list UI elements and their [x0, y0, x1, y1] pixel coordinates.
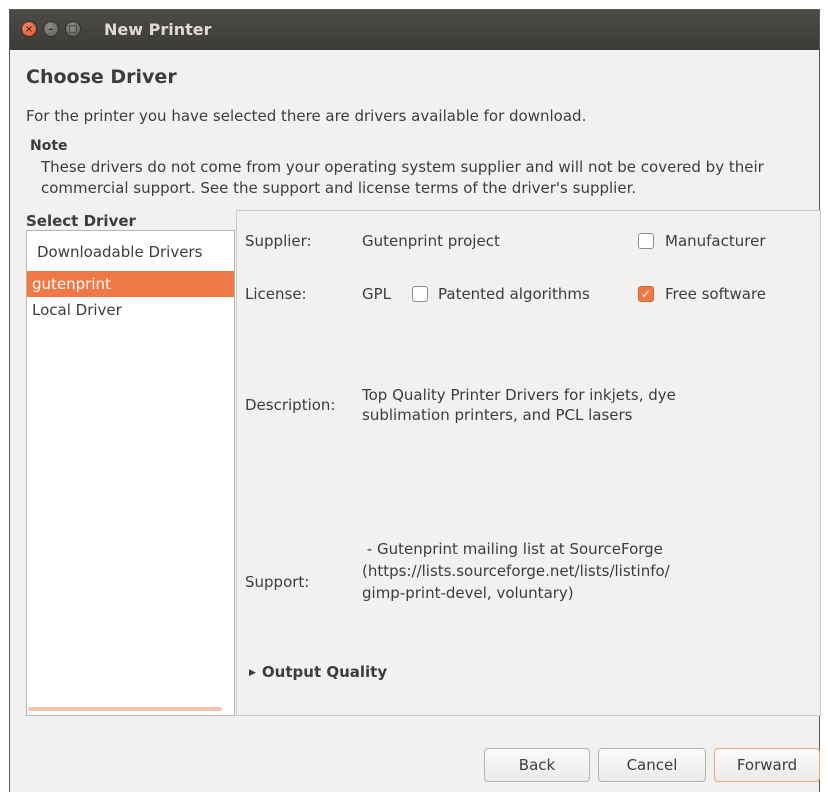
minimize-window-icon[interactable]: – — [43, 21, 59, 37]
select-driver-label: Select Driver — [26, 212, 136, 230]
manufacturer-label: Manufacturer — [665, 232, 766, 250]
license-label: License: — [245, 285, 307, 303]
maximize-window-icon[interactable]: □ — [65, 21, 81, 37]
list-header-downloadable-drivers: Downloadable Drivers — [37, 243, 203, 261]
patented-algorithms-label: Patented algorithms — [438, 285, 590, 303]
supplier-label: Supplier: — [245, 232, 312, 250]
note-heading: Note — [30, 138, 68, 154]
support-line-2: (https://lists.sourceforge.net/lists/lis… — [362, 562, 670, 580]
horizontal-scrollbar[interactable] — [28, 707, 222, 711]
forward-button[interactable]: Forward — [714, 748, 820, 782]
note-text: These drivers do not come from your oper… — [41, 158, 764, 197]
intro-text: For the printer you have selected there … — [26, 107, 587, 125]
support-line-1: - Gutenprint mailing list at SourceForge — [362, 540, 663, 558]
cancel-button[interactable]: Cancel — [598, 748, 706, 782]
window-title: New Printer — [104, 20, 212, 39]
output-quality-label: Output Quality — [261, 663, 388, 681]
list-item-local-driver[interactable]: Local Driver — [27, 297, 234, 323]
description-label: Description: — [245, 396, 336, 414]
list-item-gutenprint[interactable]: gutenprint — [27, 271, 234, 297]
support-label: Support: — [245, 573, 310, 591]
description-line-2: sublimation printers, and PCL lasers — [362, 406, 633, 424]
page-title: Choose Driver — [26, 66, 177, 88]
manufacturer-checkbox[interactable] — [638, 233, 654, 249]
back-button[interactable]: Back — [484, 748, 590, 782]
supplier-value: Gutenprint project — [362, 232, 500, 250]
license-value: GPL — [362, 285, 392, 303]
triangle-right-icon: ▶ — [249, 667, 256, 678]
title-bar[interactable]: × – □ New Printer — [10, 10, 819, 50]
output-quality-expander[interactable]: ▶ Output Quality — [249, 663, 387, 681]
checkmark-icon: ✓ — [640, 287, 652, 301]
free-software-label: Free software — [665, 285, 767, 303]
new-printer-window: × – □ New Printer Choose Driver For the … — [9, 9, 821, 792]
close-window-icon[interactable]: × — [21, 21, 37, 37]
support-line-3: gimp-print-devel, voluntary) — [362, 584, 574, 602]
patented-algorithms-checkbox[interactable] — [412, 286, 428, 302]
free-software-checkbox[interactable]: ✓ — [638, 286, 654, 302]
driver-details-panel: Supplier: Gutenprint project Manufacture… — [236, 210, 821, 716]
description-line-1: Top Quality Printer Drivers for inkjets,… — [362, 386, 676, 404]
driver-list[interactable]: Downloadable Drivers gutenprint Local Dr… — [26, 230, 235, 716]
